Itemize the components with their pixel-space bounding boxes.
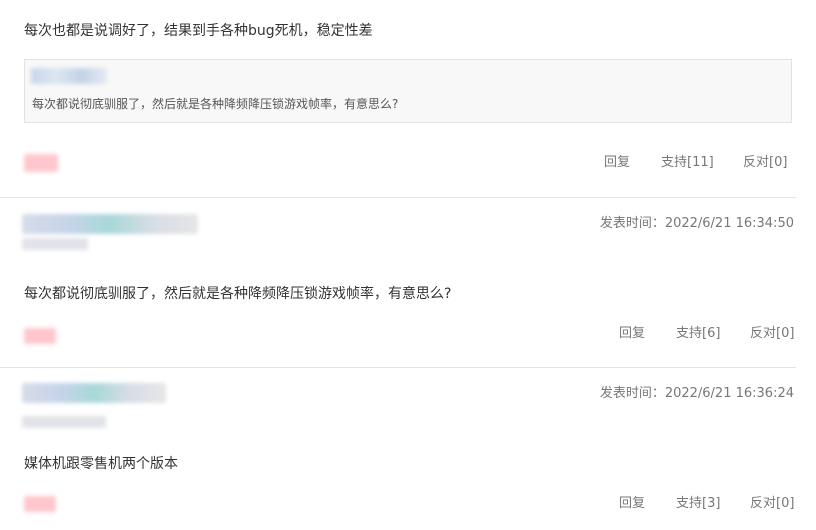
reply-button[interactable]: 回复 bbox=[619, 325, 645, 343]
reply-button[interactable]: 回复 bbox=[619, 495, 645, 513]
comment-body: 每次也都是说调好了，结果到手各种bug死机，稳定性差 bbox=[24, 23, 373, 39]
support-button[interactable]: 支持[6] bbox=[676, 325, 720, 343]
user-subinfo-blurred bbox=[22, 416, 106, 428]
oppose-button[interactable]: 反对[0] bbox=[743, 154, 787, 172]
comment-actions: 回复 支持[6] 反对[0] bbox=[619, 325, 794, 343]
comment-actions: 回复 支持[3] 反对[0] bbox=[619, 495, 794, 513]
support-button[interactable]: 支持[11] bbox=[661, 154, 714, 172]
user-level-badge-blurred bbox=[24, 496, 56, 512]
username-blurred bbox=[22, 214, 198, 234]
user-subinfo-blurred bbox=[22, 238, 88, 250]
post-time: 发表时间：2022/6/21 16:34:50 bbox=[599, 216, 794, 231]
quoted-username-blurred bbox=[31, 68, 107, 84]
comment-item: 发表时间：2022/6/21 16:34:50 每次都说彻底驯服了，然后就是各种… bbox=[0, 198, 816, 367]
comment-item: 发表时间：2022/6/21 16:36:24 媒体机跟零售机两个版本 回复 支… bbox=[0, 368, 816, 530]
comment-body: 媒体机跟零售机两个版本 bbox=[24, 456, 178, 472]
quoted-comment: 每次都说彻底驯服了，然后就是各种降频降压锁游戏帧率，有意思么? bbox=[24, 59, 792, 123]
oppose-button[interactable]: 反对[0] bbox=[750, 325, 794, 343]
reply-button[interactable]: 回复 bbox=[604, 154, 630, 172]
quoted-comment-text: 每次都说彻底驯服了，然后就是各种降频降压锁游戏帧率，有意思么? bbox=[32, 97, 399, 111]
oppose-button[interactable]: 反对[0] bbox=[750, 495, 794, 513]
comment-body: 每次都说彻底驯服了，然后就是各种降频降压锁游戏帧率，有意思么? bbox=[24, 286, 452, 302]
post-time: 发表时间：2022/6/21 16:36:24 bbox=[599, 386, 794, 401]
comment-item: 每次也都是说调好了，结果到手各种bug死机，稳定性差 每次都说彻底驯服了，然后就… bbox=[0, 0, 816, 197]
user-level-badge-blurred bbox=[24, 154, 58, 172]
support-button[interactable]: 支持[3] bbox=[676, 495, 720, 513]
username-blurred bbox=[22, 383, 166, 403]
comment-actions: 回复 支持[11] 反对[0] bbox=[604, 154, 794, 172]
user-level-badge-blurred bbox=[24, 328, 56, 344]
